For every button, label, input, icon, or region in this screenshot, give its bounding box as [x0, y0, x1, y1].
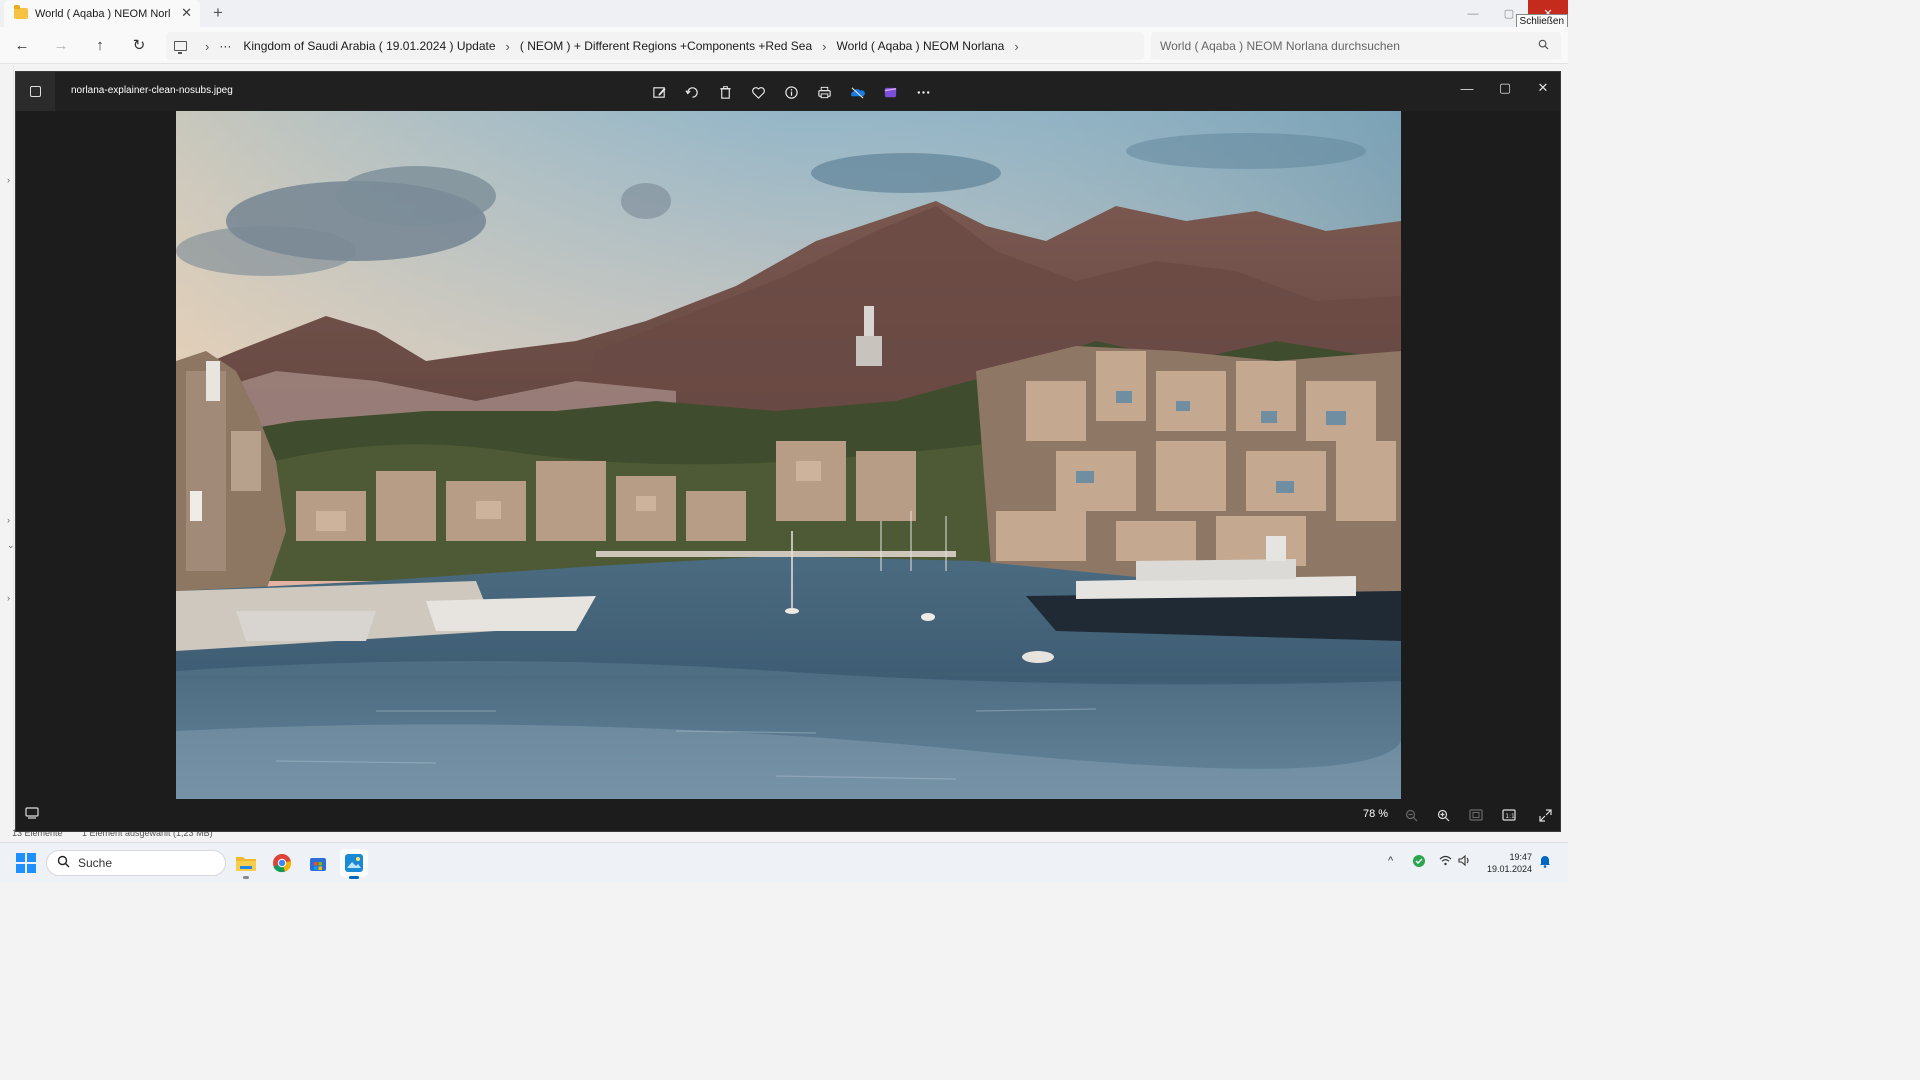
address-toolbar: ← → ↑ ↻ › ··· Kingdom of Saudi Arabia ( … [0, 27, 1568, 64]
chrome-icon[interactable] [268, 849, 296, 877]
clock-date: 19.01.2024 [1486, 864, 1532, 874]
search-input[interactable]: World ( Aqaba ) NEOM Norlana durchsuchen [1151, 32, 1561, 60]
chevron-right-icon[interactable]: › [205, 39, 209, 54]
viewer-filename: norlana-explainer-clean-nosubs.jpeg [71, 85, 233, 96]
up-button[interactable]: ↑ [89, 36, 111, 56]
breadcrumb[interactable]: › ··· Kingdom of Saudi Arabia ( 19.01.20… [166, 32, 1144, 60]
viewer-minimize-button[interactable]: — [1452, 77, 1482, 99]
chevron-right-icon[interactable]: › [7, 515, 10, 525]
search-icon [1538, 32, 1549, 60]
photos-viewer: norlana-explainer-clean-nosubs.jpeg — ▢ … [15, 71, 1561, 832]
actual-size-icon[interactable]: 1:1 [1498, 805, 1520, 825]
fullscreen-icon[interactable] [1534, 805, 1556, 825]
notifications-icon[interactable] [1539, 854, 1551, 871]
viewer-close-button[interactable]: ✕ [1528, 77, 1558, 99]
onedrive-icon[interactable] [846, 81, 868, 103]
tab-strip: World ( Aqaba ) NEOM Norlan ✕ + — ▢ ✕ Sc… [0, 0, 1568, 29]
breadcrumb-more[interactable]: ··· [219, 39, 231, 53]
file-explorer-icon[interactable] [232, 849, 260, 879]
more-icon[interactable] [912, 81, 934, 103]
info-icon[interactable] [780, 81, 802, 103]
clock[interactable]: 19:47 19.01.2024 [1484, 851, 1532, 875]
viewer-title-bar: norlana-explainer-clean-nosubs.jpeg — ▢ … [16, 72, 1560, 111]
delete-icon[interactable] [714, 81, 736, 103]
print-icon[interactable] [813, 81, 835, 103]
rotate-icon[interactable] [681, 81, 703, 103]
photos-icon[interactable] [340, 849, 368, 879]
start-button[interactable] [16, 853, 36, 873]
favorite-icon[interactable] [747, 81, 769, 103]
viewer-toolbar [648, 81, 934, 103]
photo-image [176, 111, 1401, 801]
chevron-right-icon[interactable]: › [822, 39, 826, 54]
security-icon[interactable] [1412, 854, 1426, 871]
chevron-right-icon[interactable]: › [7, 593, 10, 603]
taskbar-search[interactable]: Suche [46, 850, 226, 876]
new-tab-button[interactable]: + [213, 3, 223, 23]
svg-text:1:1: 1:1 [1505, 813, 1515, 820]
refresh-button[interactable]: ↻ [128, 36, 150, 56]
breadcrumb-item[interactable]: World ( Aqaba ) NEOM Norlana [836, 39, 1004, 53]
clipchamp-icon[interactable] [879, 81, 901, 103]
filmstrip-icon[interactable] [25, 807, 39, 822]
store-icon[interactable] [304, 849, 332, 877]
navigation-pane: › › ⌄ › [0, 65, 15, 833]
photos-app-icon[interactable] [16, 72, 55, 111]
tab-explorer-folder[interactable]: World ( Aqaba ) NEOM Norlan ✕ [4, 0, 200, 27]
zoom-in-icon[interactable] [1432, 805, 1454, 825]
zoom-out-icon[interactable] [1400, 805, 1422, 825]
taskbar-search-label: Suche [78, 856, 113, 870]
search-icon [57, 855, 70, 871]
chevron-right-icon[interactable]: › [1014, 39, 1018, 54]
breadcrumb-item[interactable]: Kingdom of Saudi Arabia ( 19.01.2024 ) U… [243, 39, 495, 53]
chevron-down-icon[interactable]: ⌄ [7, 540, 15, 551]
minimize-button[interactable]: — [1454, 0, 1492, 27]
breadcrumb-item[interactable]: ( NEOM ) + Different Regions +Components… [520, 39, 812, 53]
chevron-right-icon[interactable]: › [506, 39, 510, 54]
zoom-level: 78 % [1363, 808, 1389, 820]
back-button[interactable]: ← [11, 36, 33, 56]
viewer-maximize-button[interactable]: ▢ [1490, 77, 1520, 99]
clock-time: 19:47 [1509, 852, 1532, 862]
tab-title: World ( Aqaba ) NEOM Norlan [35, 7, 171, 20]
search-placeholder: World ( Aqaba ) NEOM Norlana durchsuchen [1160, 39, 1400, 53]
viewer-bottom-bar: 78 % 1:1 [16, 799, 1560, 831]
forward-button[interactable]: → [50, 36, 72, 56]
tab-close-icon[interactable]: ✕ [181, 5, 192, 21]
taskbar: Suche ^ 19:47 19.01.2024 [0, 842, 1568, 882]
photo-canvas[interactable] [176, 111, 1401, 801]
show-hidden-icons[interactable]: ^ [1388, 855, 1393, 867]
edit-icon[interactable] [648, 81, 670, 103]
wifi-icon[interactable] [1439, 855, 1452, 869]
this-pc-icon[interactable] [174, 41, 187, 54]
fit-to-window-icon[interactable] [1465, 805, 1487, 825]
volume-icon[interactable] [1458, 854, 1471, 869]
chevron-right-icon[interactable]: › [7, 175, 10, 185]
folder-icon [14, 5, 28, 19]
